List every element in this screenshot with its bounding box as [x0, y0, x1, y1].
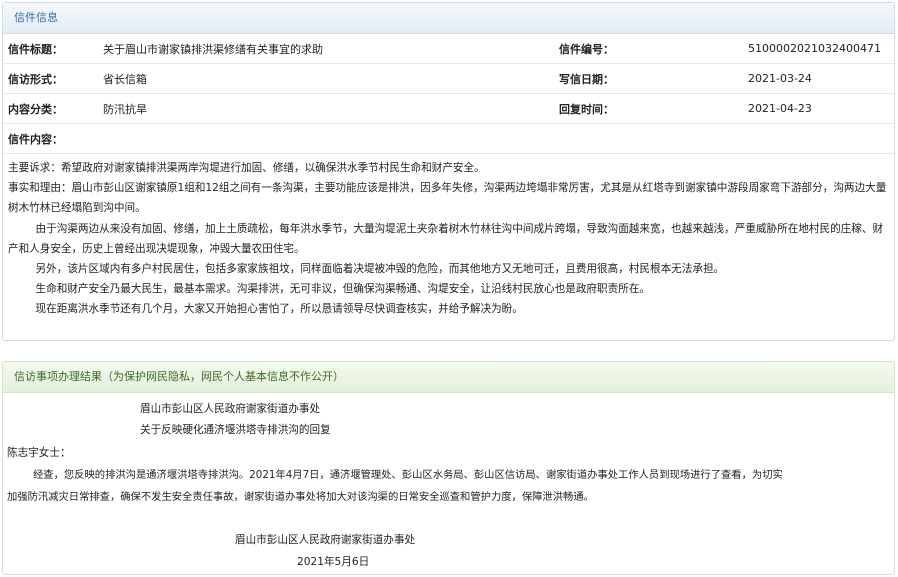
- letter-info-panel: 信件信息 信件标题： 关于眉山市谢家镇排洪渠修缮有关事宜的求助 信件编号： 51…: [2, 2, 895, 341]
- paragraph-request: 现在距离洪水季节还有几个月，大家又开始担心害怕了，所以恳请领导尽快调查核实，并给…: [35, 303, 523, 316]
- category-label: 内容分类：: [3, 93, 99, 124]
- reply-time-label: 回复时间：: [554, 93, 653, 124]
- form-label: 信访形式：: [3, 63, 99, 94]
- paragraph-other: 另外，该片区域内有多户村民居住，包括多家家族祖坟，同样面临着决堤被冲毁的危险，而…: [35, 263, 725, 276]
- form-value: 省长信箱: [99, 63, 554, 94]
- result-header: 信访事项办理结果（为保护网民隐私，网民个人基本信息不作公开）: [3, 362, 894, 393]
- letter-content: 主要诉求：希望政府对谢家镇排洪渠两岸沟堤进行加固、修缮，以确保洪水季节村民生命和…: [3, 154, 894, 320]
- paragraph-demand: 主要诉求：希望政府对谢家镇排洪渠两岸沟堤进行加固、修缮，以确保洪水季节村民生命和…: [8, 162, 485, 174]
- paragraph-facts: 事实和理由：眉山市彭山区谢家镇原1组和12组之间有一条沟渠，主要功能应该是排洪，…: [8, 182, 887, 215]
- paragraph-reason: 由于沟渠两边从来没有加固、修缮，加上土质疏松，每年洪水季节，大量沟堤泥土夹杂着树…: [8, 222, 884, 255]
- letter-number-label: 信件编号：: [554, 34, 653, 64]
- title-value: 关于眉山市谢家镇排洪渠修缮有关事宜的求助: [99, 34, 554, 64]
- table-row: 内容分类： 防汛抗旱 回复时间： 2021-04-23: [3, 93, 894, 124]
- table-row: 信件标题： 关于眉山市谢家镇排洪渠修缮有关事宜的求助 信件编号： 5100002…: [3, 34, 894, 64]
- letter-info-table: 信件标题： 关于眉山市谢家镇排洪渠修缮有关事宜的求助 信件编号： 5100002…: [3, 34, 894, 154]
- table-row: 信访形式： 省长信箱 写信日期： 2021-03-24: [3, 63, 894, 94]
- write-date-label: 写信日期：: [554, 63, 653, 94]
- letter-number-value: 510000202103240047​1: [653, 34, 894, 64]
- reply-org: 眉山市彭山区人民政府谢家街道办事处: [140, 403, 321, 415]
- content-label: 信件内容：: [3, 123, 894, 154]
- paragraph-safety: 生命和财产安全乃最大民生，最基本需求。沟渠排洪，无可非议，但确保沟渠畅通、沟堤安…: [35, 283, 650, 296]
- letter-info-header: 信件信息: [3, 3, 894, 34]
- sign-org: 眉山市彭山区人民政府谢家街道办事处: [235, 534, 416, 546]
- write-date-value: 2021-03-24: [653, 63, 894, 94]
- reply-subject: 关于反映硬化通济堰洪塔寺排洪沟的回复: [140, 424, 331, 436]
- sign-date: 2021年5月6日: [297, 556, 370, 568]
- category-value: 防汛抗旱: [99, 93, 554, 124]
- reply-body-line1: 经查，您反映的排洪沟是通济堰洪塔寺排洪沟。2021年4月7日，通济堰管理处、彭山…: [33, 469, 783, 481]
- title-label: 信件标题：: [3, 34, 99, 64]
- reply-body-line2: 加强防汛减灾日常排查，确保不发生安全责任事故，谢家街道办事处将加大对该沟渠的日常…: [7, 491, 594, 503]
- result-panel: 信访事项办理结果（为保护网民隐私，网民个人基本信息不作公开） 眉山市彭山区人民政…: [2, 361, 895, 575]
- table-row: 信件内容：: [3, 123, 894, 154]
- reply-salutation: 陈志宇女士：: [7, 447, 71, 459]
- reply-time-value: 2021-04-23: [653, 93, 894, 124]
